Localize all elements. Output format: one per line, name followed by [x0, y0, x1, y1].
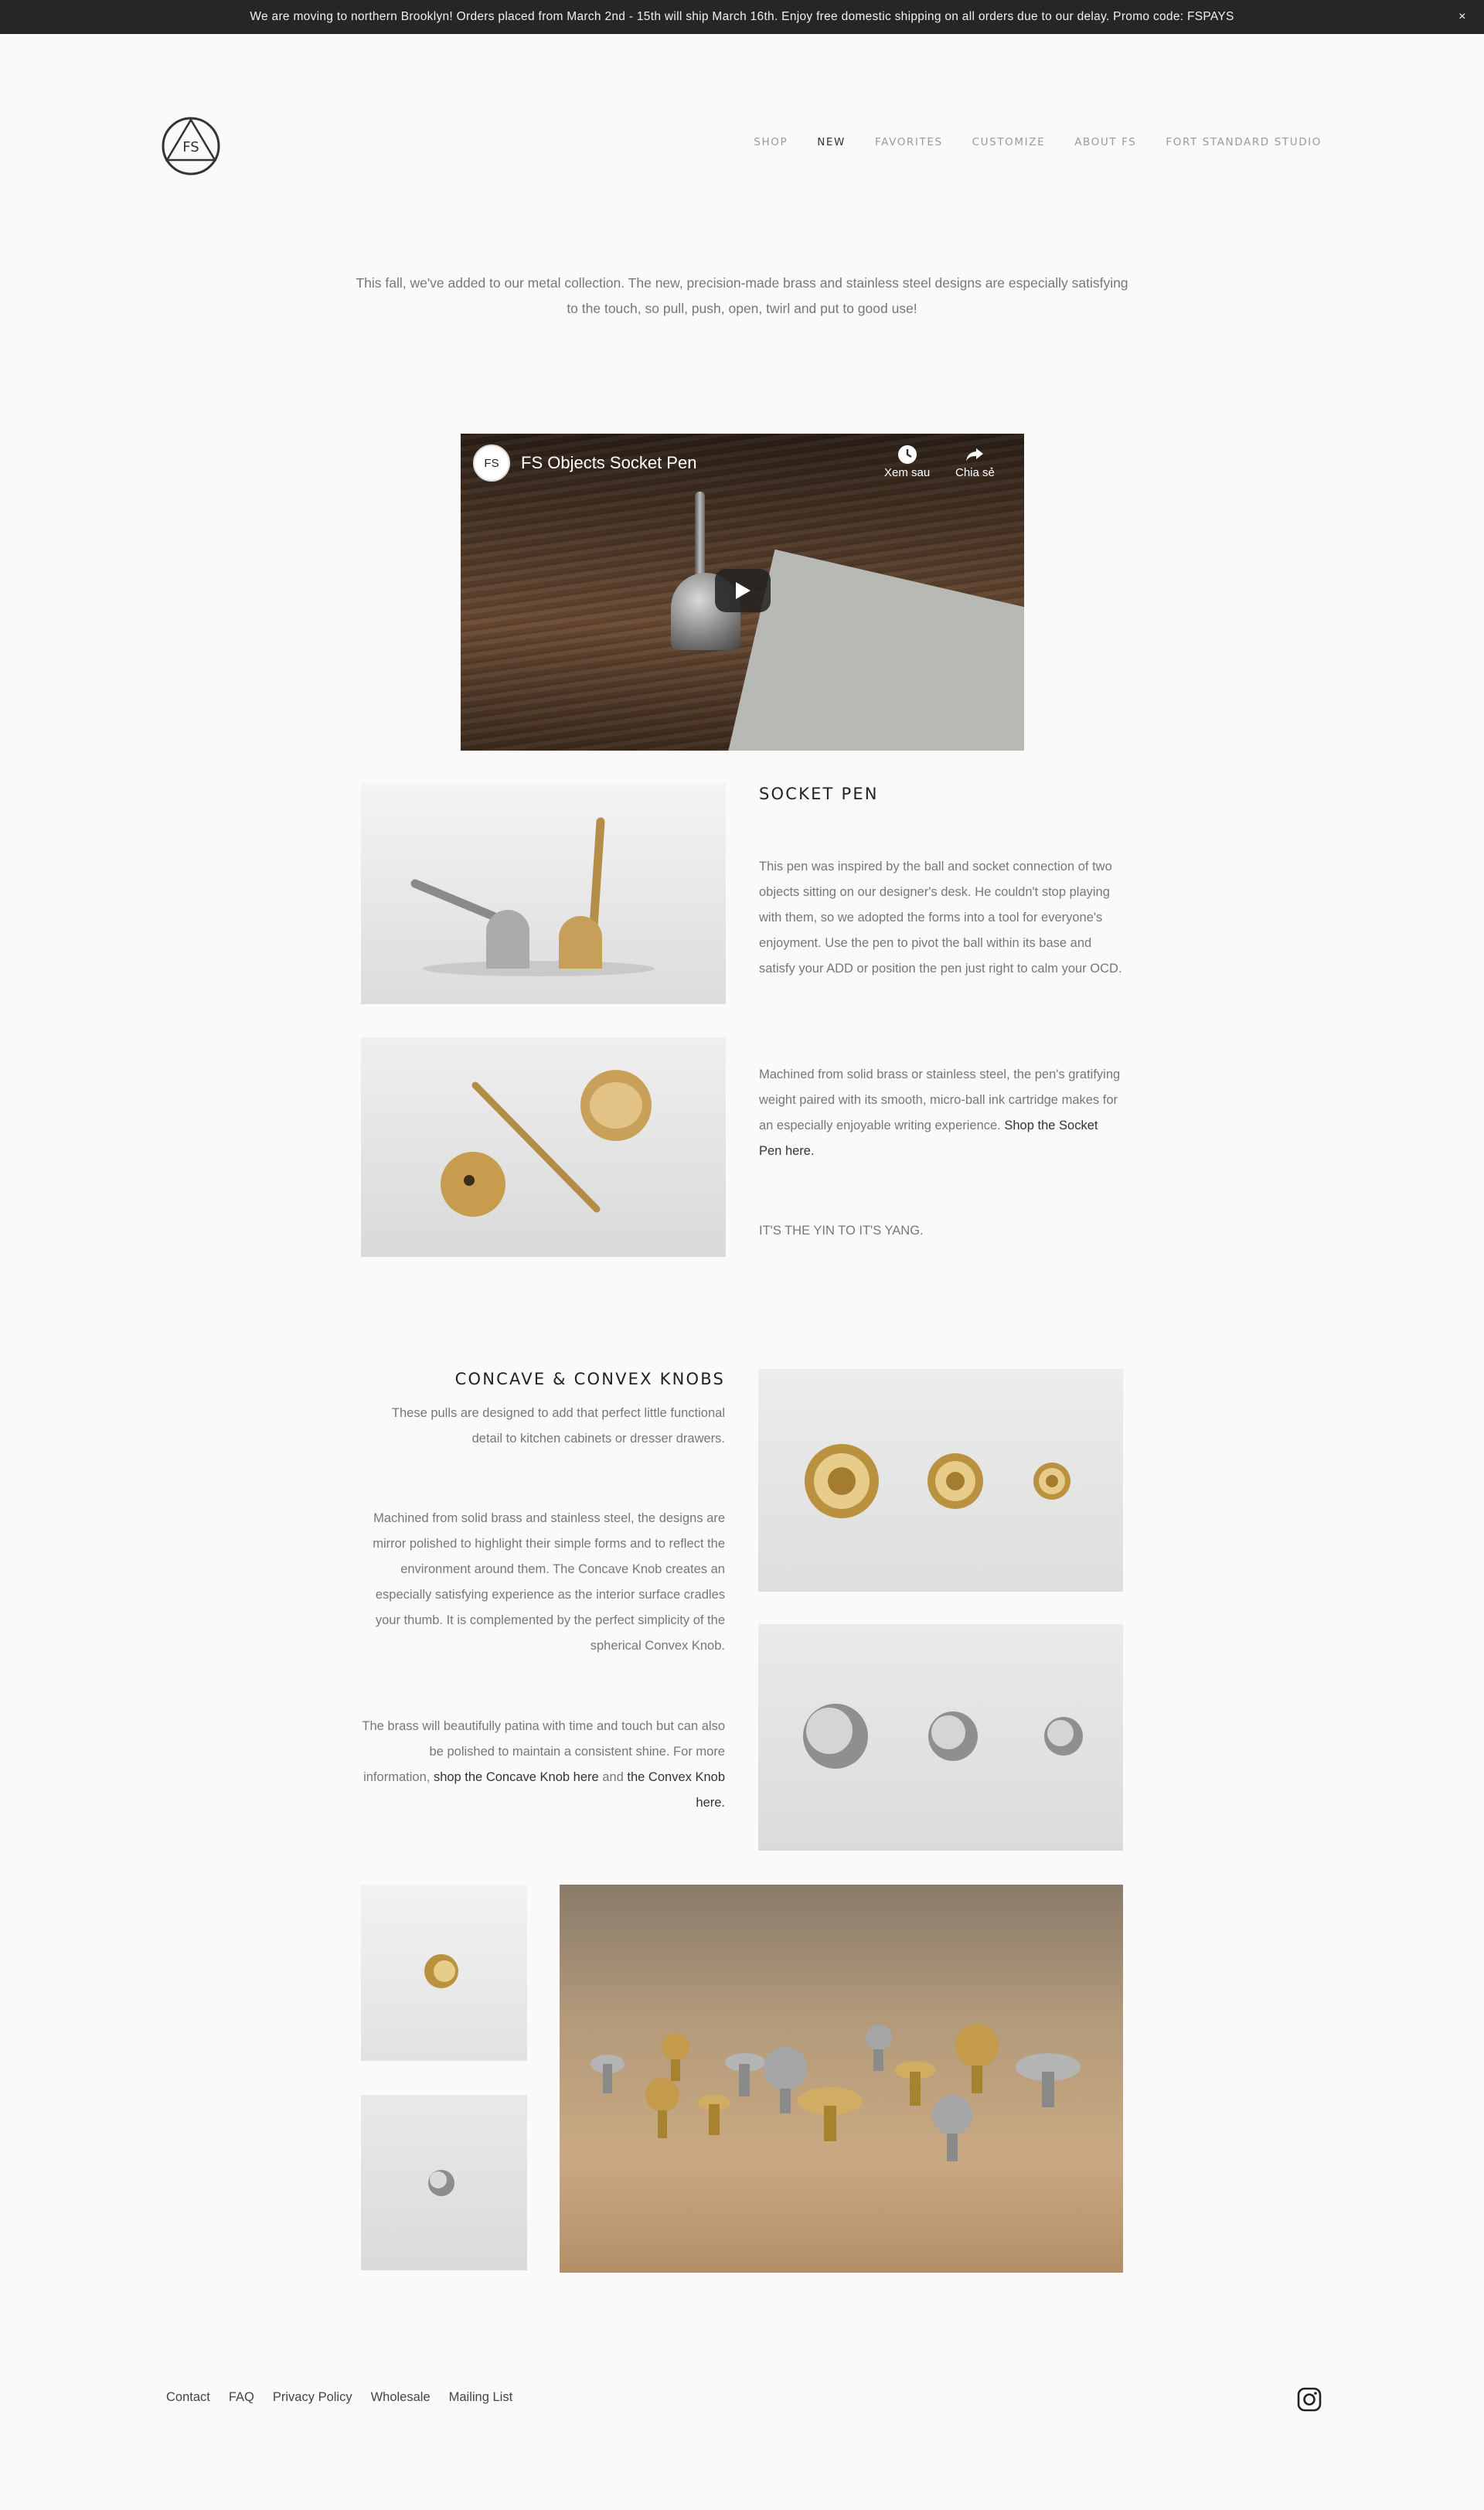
footer-mailing-list[interactable]: Mailing List — [449, 2390, 513, 2405]
play-icon — [736, 582, 751, 599]
socket-pen-photo-1 — [361, 783, 726, 1004]
concave-knob-single-illustration — [424, 1954, 458, 1988]
nav-new[interactable]: NEW — [817, 136, 846, 148]
convex-knob-single-illustration — [428, 2170, 454, 2196]
footer-privacy-policy[interactable]: Privacy Policy — [273, 2390, 352, 2405]
shop-concave-knob-link[interactable]: shop the Concave Knob here — [434, 1770, 599, 1784]
knobs-paragraph-2: Machined from solid brass and stainless … — [373, 1511, 725, 1653]
socket-pen-title: SOCKET PEN — [759, 785, 879, 803]
nav-shop[interactable]: SHOP — [754, 136, 788, 148]
intro-text: This fall, we've added to our metal coll… — [356, 275, 1128, 316]
share-label: Chia sẻ — [955, 466, 995, 479]
knobs-paragraph-3: The brass will beautifully patina with t… — [359, 1714, 725, 1816]
nav-about[interactable]: ABOUT FS — [1074, 136, 1136, 148]
brass-parts-illustration — [441, 1070, 652, 1217]
play-button[interactable] — [715, 569, 771, 612]
video-title[interactable]: FS Objects Socket Pen — [521, 453, 696, 473]
socket-pen-illustration — [410, 817, 655, 976]
instagram-icon[interactable] — [1297, 2387, 1322, 2412]
concave-knob-single-photo — [361, 1885, 527, 2061]
close-icon[interactable]: × — [1452, 6, 1473, 28]
footer-faq[interactable]: FAQ — [229, 2390, 254, 2405]
share-button[interactable]: Chia sẻ — [955, 444, 995, 479]
video-channel-avatar[interactable]: FS — [473, 444, 510, 482]
knobs-paragraph-1: These pulls are designed to add that per… — [391, 1406, 725, 1446]
footer-contact[interactable]: Contact — [166, 2390, 210, 2405]
watch-later-button[interactable]: Xem sau — [884, 444, 930, 479]
convex-knobs-illustration — [803, 1704, 1083, 1769]
announcement-text: We are moving to northern Brooklyn! Orde… — [250, 10, 1234, 23]
knobs-group-illustration — [591, 2024, 1081, 2161]
nav-favorites[interactable]: FAVORITES — [875, 136, 943, 148]
site-logo[interactable]: FS — [161, 116, 221, 176]
socket-pen-tagline: IT'S THE YIN TO IT'S YANG. — [759, 1224, 924, 1238]
clock-icon — [897, 445, 917, 464]
shop-convex-knob-link[interactable]: the Convex Knob here. — [627, 1770, 725, 1810]
video-player[interactable]: FS FS Objects Socket Pen Xem sau Chia sẻ — [461, 434, 1024, 751]
video-title-bar: FS FS Objects Socket Pen — [473, 444, 696, 482]
footer-links: Contact FAQ Privacy Policy Wholesale Mai… — [166, 2390, 512, 2405]
socket-pen-photo-2 — [361, 1037, 726, 1257]
watch-later-label: Xem sau — [884, 466, 931, 479]
main-nav: SHOP NEW FAVORITES CUSTOMIZE ABOUT FS FO… — [754, 136, 1322, 148]
logo-text: FS — [182, 139, 199, 155]
concave-knobs-illustration — [805, 1444, 1070, 1518]
concave-knobs-photo — [758, 1369, 1123, 1592]
socket-pen-paragraph-2: Machined from solid brass or stainless s… — [759, 1062, 1122, 1164]
knobs-group-photo — [560, 1885, 1123, 2273]
convex-knob-single-photo — [361, 2095, 527, 2270]
convex-knobs-photo — [758, 1624, 1123, 1851]
nav-customize[interactable]: CUSTOMIZE — [972, 136, 1046, 148]
knobs-paragraph-3-and: and — [602, 1770, 624, 1784]
knobs-title: CONCAVE & CONVEX KNOBS — [454, 1370, 725, 1388]
footer-wholesale[interactable]: Wholesale — [371, 2390, 431, 2405]
nav-fort-standard-studio[interactable]: FORT STANDARD STUDIO — [1166, 136, 1322, 148]
socket-pen-paragraph-1: This pen was inspired by the ball and so… — [759, 860, 1122, 976]
share-icon — [966, 448, 984, 461]
video-pen-stick — [695, 492, 705, 584]
announcement-bar: We are moving to northern Brooklyn! Orde… — [0, 0, 1484, 34]
